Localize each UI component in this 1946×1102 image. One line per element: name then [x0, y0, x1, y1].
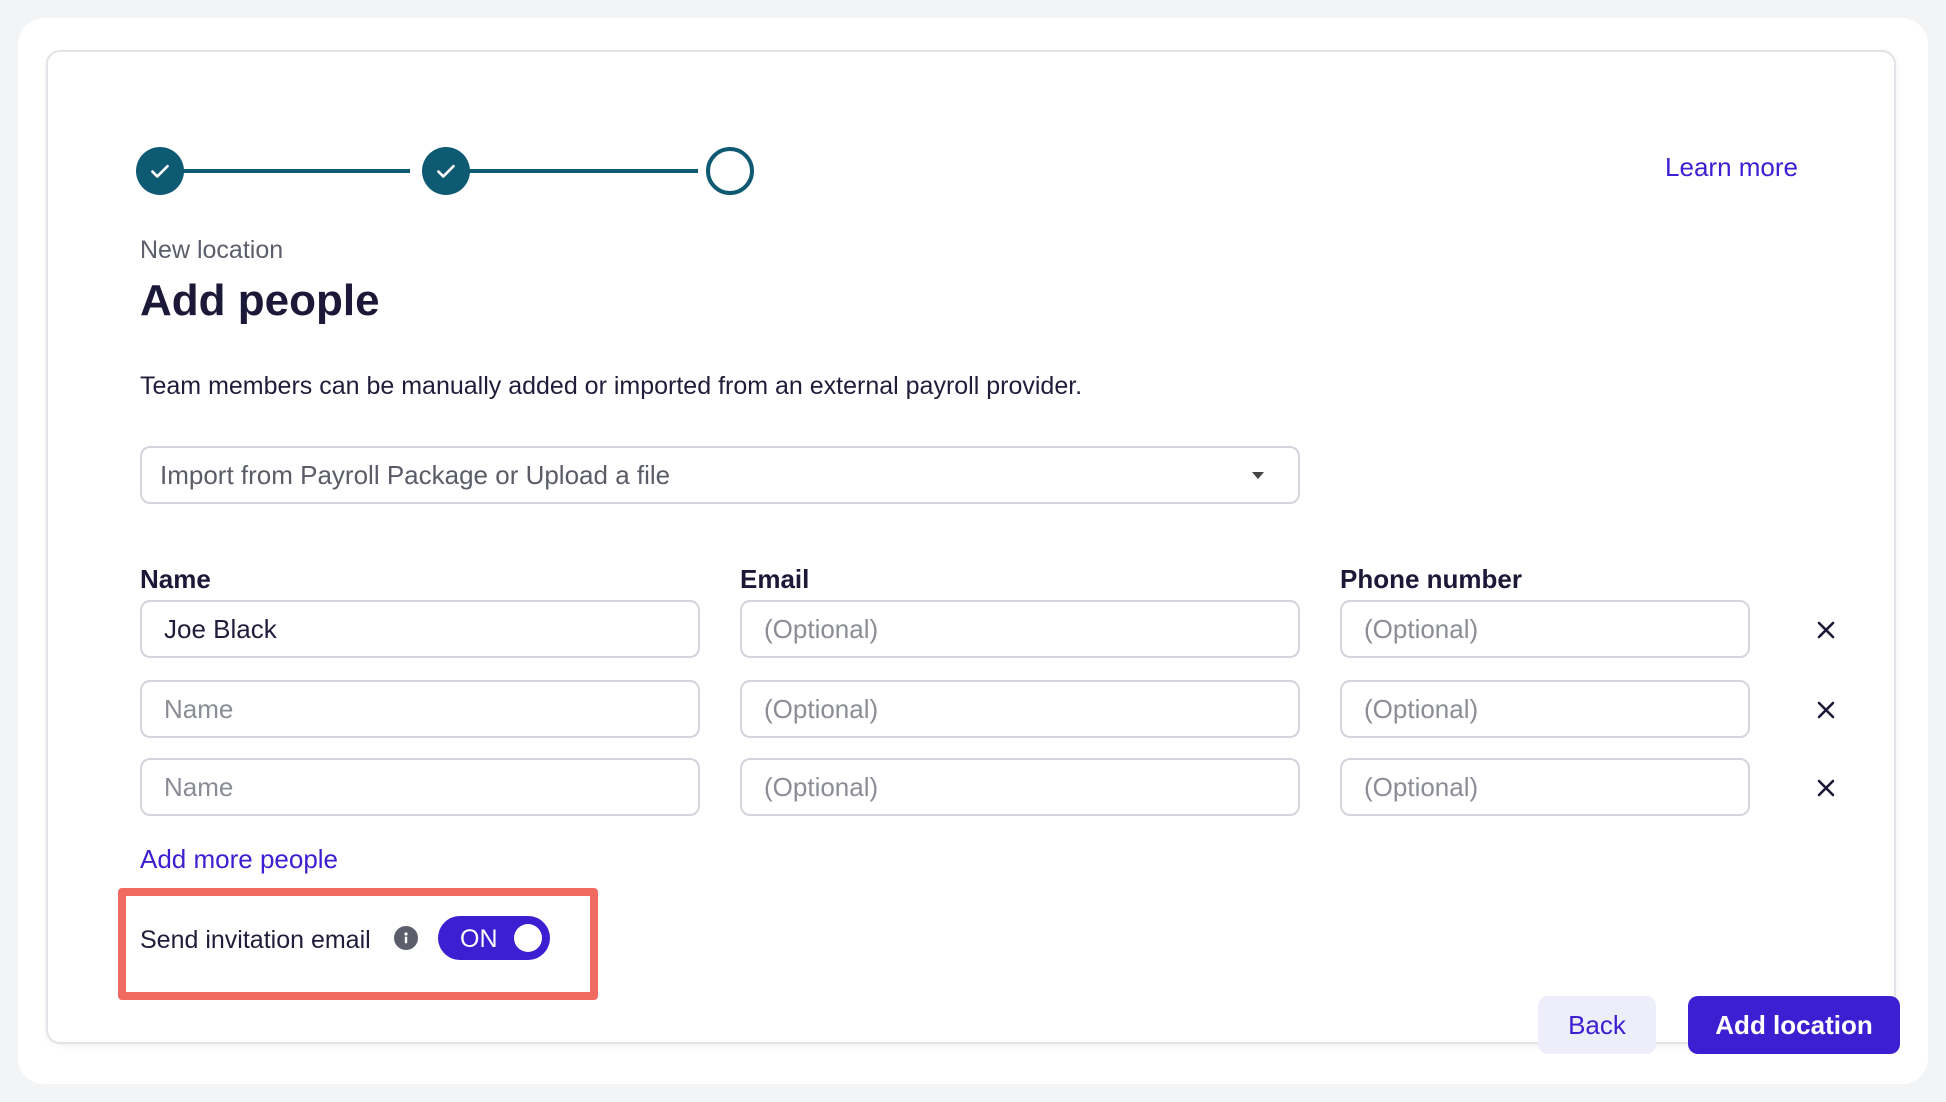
column-label-phone: Phone number — [1340, 564, 1523, 594]
page-title: Add people — [140, 276, 380, 325]
stepper-step-1-complete — [136, 147, 184, 195]
learn-more-link[interactable]: Learn more — [1665, 152, 1798, 183]
phone-field-row-3[interactable] — [1340, 758, 1750, 816]
close-icon — [1817, 621, 1835, 639]
column-label-email: Email — [740, 564, 810, 594]
close-icon — [1817, 779, 1835, 797]
stepper-connector-1 — [160, 169, 410, 173]
name-field-row-2[interactable] — [140, 680, 700, 738]
name-field-row-1[interactable] — [140, 600, 700, 658]
check-icon — [437, 164, 455, 178]
import-select-value: Import from Payroll Package or Upload a … — [160, 459, 671, 490]
name-field-row-3[interactable] — [140, 758, 700, 816]
toggle-knob — [514, 924, 542, 952]
remove-row-3-button[interactable] — [1808, 770, 1844, 806]
email-field-row-2[interactable] — [740, 680, 1300, 738]
caret-down-icon — [1252, 472, 1264, 479]
add-location-card: Learn more New location Add people Team … — [46, 50, 1900, 1054]
page-description: Team members can be manually added or im… — [140, 372, 1083, 400]
email-field-row-1[interactable] — [740, 600, 1300, 658]
phone-field-row-2[interactable] — [1340, 680, 1750, 738]
info-icon[interactable] — [394, 926, 418, 950]
send-invitation-label: Send invitation email — [140, 926, 371, 954]
email-field-row-3[interactable] — [740, 758, 1300, 816]
back-button[interactable]: Back — [1538, 996, 1656, 1054]
check-icon — [151, 164, 169, 178]
remove-row-2-button[interactable] — [1808, 692, 1844, 728]
toggle-state-label: ON — [460, 925, 498, 953]
stepper-connector-2 — [446, 169, 698, 173]
page-eyebrow: New location — [140, 236, 284, 264]
stepper-step-2-complete — [422, 147, 470, 195]
column-label-name: Name — [140, 564, 211, 594]
stepper-step-3-current — [706, 147, 754, 195]
add-location-button[interactable]: Add location — [1688, 996, 1900, 1054]
remove-row-1-button[interactable] — [1808, 612, 1844, 648]
close-icon — [1817, 701, 1835, 719]
add-more-people-link[interactable]: Add more people — [140, 844, 338, 875]
send-invitation-toggle[interactable]: ON — [438, 916, 550, 960]
phone-field-row-1[interactable] — [1340, 600, 1750, 658]
import-payroll-select[interactable]: Import from Payroll Package or Upload a … — [140, 446, 1300, 504]
